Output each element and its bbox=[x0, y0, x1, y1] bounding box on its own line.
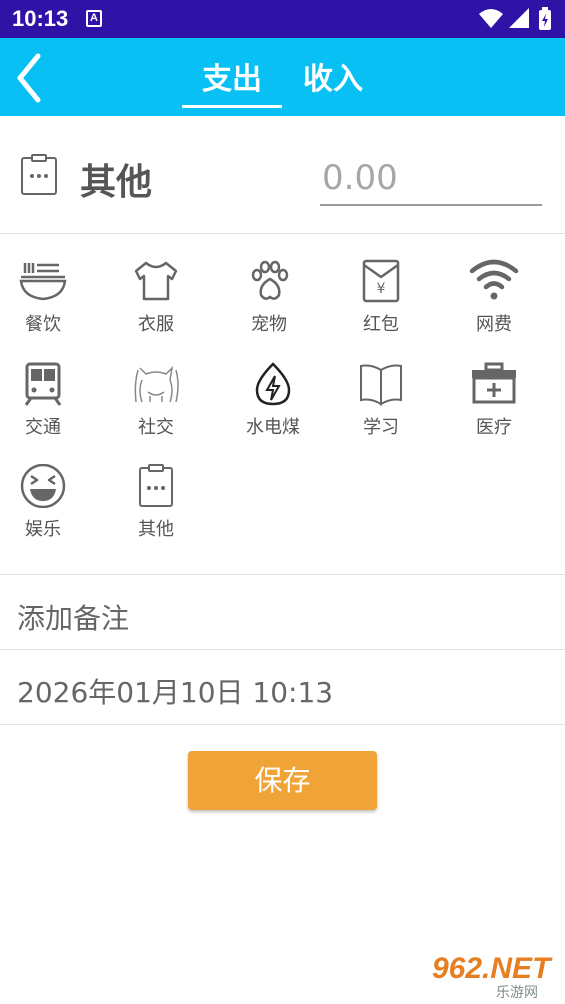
paw-icon bbox=[251, 260, 289, 300]
category-label: 网费 bbox=[476, 314, 512, 335]
book-icon bbox=[360, 364, 402, 406]
category-other[interactable]: 其他 bbox=[106, 440, 206, 540]
wifi-signal-icon bbox=[479, 9, 503, 28]
selected-category-name: 其他 bbox=[80, 162, 153, 203]
category-label: 学习 bbox=[363, 417, 399, 438]
people-icon bbox=[134, 365, 179, 403]
date-value: 2026年01月10日 10:13 bbox=[17, 676, 334, 709]
category-study[interactable]: 学习 bbox=[331, 338, 431, 438]
category-label: 水电煤 bbox=[246, 417, 300, 438]
category-label: 餐饮 bbox=[25, 314, 61, 335]
clipboard-icon bbox=[139, 464, 173, 507]
status-icons bbox=[479, 7, 551, 30]
tab-income[interactable]: 收入 bbox=[303, 54, 363, 98]
category-transport[interactable]: 交通 bbox=[0, 338, 93, 438]
category-social[interactable]: 社交 bbox=[106, 338, 206, 438]
category-label: 交通 bbox=[25, 417, 61, 438]
app-bar: 支出 收入 bbox=[0, 38, 565, 116]
category-red-envelope[interactable]: ¥ 红包 bbox=[331, 235, 431, 335]
note-input[interactable]: 添加备注 bbox=[0, 575, 565, 650]
clipboard-icon bbox=[21, 154, 57, 195]
category-label: 红包 bbox=[363, 314, 399, 335]
bowl-icon bbox=[19, 263, 67, 301]
train-icon bbox=[24, 362, 62, 406]
tshirt-icon bbox=[134, 261, 178, 301]
watermark-brand: 962.NET bbox=[432, 952, 551, 985]
category-entertainment[interactable]: 娱乐 bbox=[0, 440, 93, 540]
save-button[interactable]: 保存 bbox=[188, 751, 377, 810]
category-label: 衣服 bbox=[138, 314, 174, 335]
watermark-sub: 乐游网 bbox=[496, 985, 538, 1001]
category-label: 娱乐 bbox=[25, 519, 61, 540]
chevron-left-icon bbox=[17, 53, 41, 103]
category-grid: 餐饮 衣服 宠物 ¥ 红包 网费 交通 社交 水电煤 学习 医疗 娱乐 其他 bbox=[0, 235, 565, 575]
water-electric-icon bbox=[255, 362, 291, 406]
back-button[interactable] bbox=[8, 48, 52, 104]
cell-signal-icon bbox=[509, 8, 529, 28]
category-pet[interactable]: 宠物 bbox=[219, 235, 319, 335]
note-placeholder: 添加备注 bbox=[17, 602, 130, 635]
svg-text:¥: ¥ bbox=[377, 281, 386, 297]
category-dining[interactable]: 餐饮 bbox=[0, 235, 93, 335]
category-label: 社交 bbox=[138, 417, 174, 438]
status-time: 10:13 bbox=[12, 6, 69, 31]
category-medical[interactable]: 医疗 bbox=[444, 338, 544, 438]
wifi-icon bbox=[469, 259, 519, 300]
red-envelope-icon: ¥ bbox=[362, 259, 400, 303]
tab-indicator bbox=[182, 105, 282, 108]
tab-expense[interactable]: 支出 bbox=[202, 54, 262, 98]
status-bar: 10:13 A bbox=[0, 0, 565, 38]
category-label: 宠物 bbox=[251, 314, 287, 335]
date-picker[interactable]: 2026年01月10日 10:13 bbox=[0, 650, 565, 725]
category-label: 医疗 bbox=[476, 417, 512, 438]
category-utilities[interactable]: 水电煤 bbox=[223, 338, 323, 438]
notification-icon: A bbox=[86, 10, 102, 27]
amount-input[interactable] bbox=[320, 152, 542, 206]
category-label: 其他 bbox=[138, 519, 174, 540]
category-clothes[interactable]: 衣服 bbox=[106, 235, 206, 335]
watermark-logo: 962.NET 乐游网 bbox=[426, 952, 561, 1002]
laughing-face-icon bbox=[20, 464, 66, 508]
category-internet[interactable]: 网费 bbox=[444, 235, 544, 335]
medical-kit-icon bbox=[472, 362, 516, 404]
amount-row: 其他 bbox=[0, 116, 565, 234]
